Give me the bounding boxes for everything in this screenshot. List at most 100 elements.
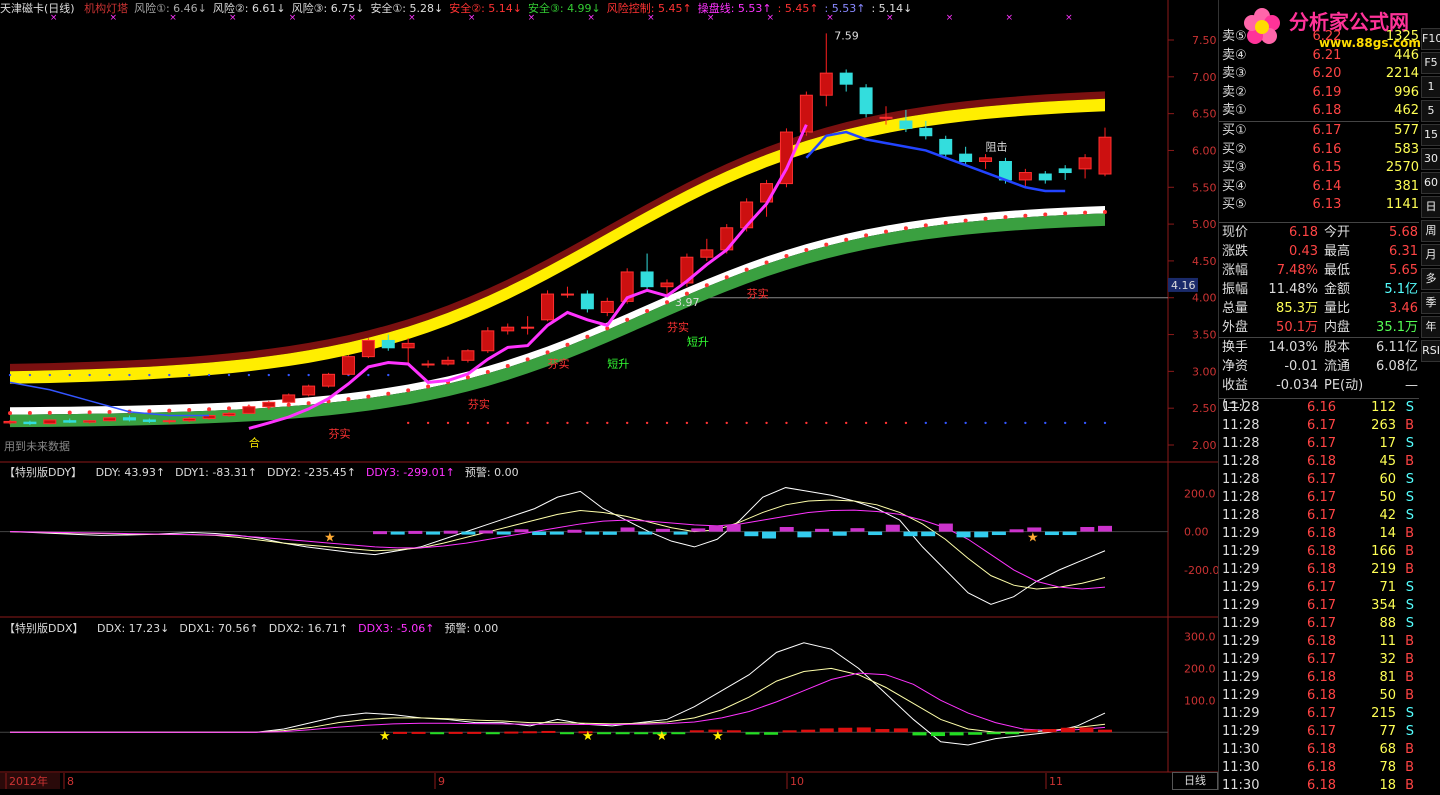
toolbar-button[interactable]: 多 [1421,268,1440,290]
safety-dot [625,317,630,322]
order-book: 卖⑤ 6.22 1325 卖④ 6.21 446 卖③ 6.20 2214 卖② 6.19 996 卖①… [1219,28,1419,215]
ddx-bar [1023,729,1038,733]
header-item: 风险控制: 5.45↑ [606,2,692,15]
ddy-bar [815,528,830,532]
baseline-dot [586,421,589,425]
annotation-label: 合 [249,435,260,449]
stat-value: 7.48% [1276,263,1318,278]
ddy-bar [726,524,741,532]
ddy-bar [567,529,582,533]
ddy-bar [1098,525,1112,532]
toolbar-button[interactable]: 1 [1421,76,1440,98]
toolbar-button[interactable]: 年 [1421,316,1440,338]
ddx-bar [597,732,612,735]
candle-body [640,271,654,288]
ddx-bar [801,729,816,733]
stat-label: 流通 [1324,359,1351,374]
stat-label: 最低 [1324,263,1351,278]
tick-price: 6.18 [1307,634,1336,649]
tick-price: 6.17 [1307,490,1336,505]
ddx-bar [393,731,407,734]
annotation-label: 芬实 [747,287,769,301]
safety-dot [8,411,12,416]
order-price: 6.20 [1312,66,1342,82]
tick-price: 6.17 [1307,652,1336,667]
period-label[interactable]: 日线 [1172,772,1218,790]
toolbar-button[interactable]: F5 [1421,52,1440,74]
header-item: 风险③: 6.75↓ [291,2,365,15]
order-volume: 2570 [1385,160,1419,176]
annotation-label: 短升 [607,357,629,371]
candle-body [83,420,97,423]
tick-row: 11:29 6.17 71 S [1219,579,1419,597]
candle-body [262,401,276,408]
ddx-bar [931,732,946,737]
ddy3-line [9,509,1106,590]
ddx-bar [1098,729,1112,733]
order-volume: 381 [1394,178,1419,194]
toolbar-button[interactable]: 15 [1421,124,1440,146]
ddx-bar [764,732,779,735]
toolbar-button[interactable]: 5 [1421,100,1440,122]
tick-time: 11:30 [1222,742,1260,757]
header-item: : 5.14↓ [871,2,913,15]
tick-price: 6.18 [1307,526,1336,541]
tick-row: 11:29 6.18 50 B [1219,687,1419,705]
tick-row: 11:29 6.17 32 B [1219,651,1419,669]
toolbar-button[interactable]: 30 [1421,148,1440,170]
ddy-bar [443,530,458,534]
ddy-bar [762,531,777,539]
safety-dot [47,410,52,415]
baseline-dot [984,421,987,425]
stat-row: 振幅 11.48% 金额 5.1亿 [1219,280,1419,299]
stat-label: 外盘 [1222,320,1249,335]
safety-dot [804,248,809,253]
toolbar-button[interactable]: 周 [1421,220,1440,242]
baseline-dot [406,421,410,425]
toolbar-button[interactable]: F10 [1421,28,1440,50]
safety-dot [864,233,869,238]
stat-label: 振幅 [1222,282,1249,297]
candle-body [859,87,873,115]
future-data-note: 用到未来数据 [4,440,70,453]
order-row: 卖④ 6.21 446 [1219,47,1419,66]
safety-dot [963,218,968,223]
tick-price: 6.18 [1307,742,1336,757]
safety-dot [147,409,152,414]
toolbar-button[interactable]: 60 [1421,172,1440,194]
toolbar-button[interactable]: RSI [1421,340,1440,362]
candle-body [600,300,614,313]
ddy-bar [496,531,511,535]
toolbar-button[interactable]: 季 [1421,292,1440,314]
candle-body [122,417,136,421]
toolbar-button[interactable]: 月 [1421,244,1440,266]
ddy-value: DDY: 43.93↑ [95,466,166,479]
tick-row: 11:28 6.17 42 S [1219,507,1419,525]
ddy-bar [832,531,847,536]
toolbar-button[interactable]: 日 [1421,196,1440,218]
ddy-bar [921,531,936,537]
ddy-value: DDY2: -235.45↑ [267,466,356,479]
ddy-y-tick: -200.0 [1184,564,1218,577]
baseline-dot [446,421,450,425]
tick-row: 11:28 6.17 17 S [1219,435,1419,453]
risk-dot [168,373,171,377]
candle-body [162,420,176,423]
candle-body [501,326,515,332]
annotation-label: 芬实 [468,397,490,411]
safety-dot [485,369,490,374]
safety-dot [505,363,510,368]
risk-dot [367,373,370,377]
tick-volume: 71 [1379,580,1396,595]
ddx-bar [559,732,574,735]
safety-dot [923,223,928,228]
tick-volume: 354 [1371,598,1396,613]
tick-side: S [1405,472,1414,487]
candle-body [3,420,17,424]
baseline-dot [864,421,868,425]
tick-side: S [1405,508,1414,523]
candle-body [322,373,336,387]
order-volume: 996 [1394,84,1419,100]
tick-volume: 219 [1371,562,1396,577]
order-price: 6.17 [1312,122,1342,138]
